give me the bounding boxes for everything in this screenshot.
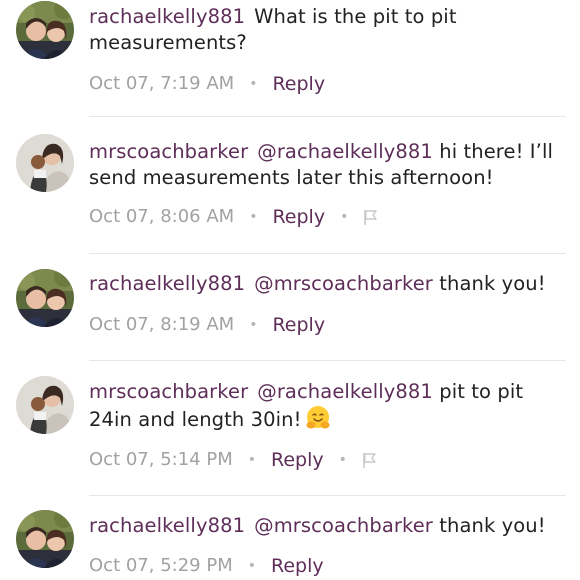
barker-avatar xyxy=(16,376,74,434)
timestamp: Oct 07, 7:19 AM xyxy=(89,73,235,94)
divider xyxy=(89,116,566,117)
mention-link[interactable]: @rachaelkelly881 xyxy=(257,140,433,163)
divider xyxy=(89,253,566,254)
comment-meta: Oct 07, 8:19 AM • Reply xyxy=(89,312,325,338)
comment-meta: Oct 07, 7:19 AM • Reply xyxy=(89,71,325,97)
timestamp: Oct 07, 5:29 PM xyxy=(89,555,233,576)
rachael-avatar xyxy=(16,269,74,327)
separator-dot: • xyxy=(249,209,258,225)
username-link[interactable]: rachaelkelly881 xyxy=(89,272,245,295)
rachael-avatar xyxy=(16,510,74,568)
username-link[interactable]: rachaelkelly881 xyxy=(89,514,245,537)
comment-text: rachaelkelly881 @mrscoachbarker thank you… xyxy=(89,271,558,297)
separator-dot: • xyxy=(247,452,256,468)
comment-text: mrscoachbarker @rachaelkelly881 pit to pi… xyxy=(89,379,558,438)
mention-link[interactable]: @rachaelkelly881 xyxy=(257,380,433,403)
barker-avatar xyxy=(16,134,74,192)
rachael-avatar xyxy=(16,1,74,59)
mention-link[interactable]: @mrscoachbarker xyxy=(254,514,433,537)
comment-meta: Oct 07, 5:14 PM • Reply • xyxy=(89,447,378,473)
separator-dot: • xyxy=(338,452,347,468)
flag-icon[interactable] xyxy=(362,452,378,469)
separator-dot: • xyxy=(340,209,349,225)
avatar[interactable] xyxy=(16,376,74,434)
comment-text: rachaelkelly881 @mrscoachbarker thank you… xyxy=(89,513,558,539)
hugging-face-icon xyxy=(305,405,331,438)
reply-button[interactable]: Reply xyxy=(272,71,325,97)
reply-button[interactable]: Reply xyxy=(271,447,324,473)
reply-button[interactable]: Reply xyxy=(272,204,325,230)
comment-body: thank you! xyxy=(439,272,546,295)
avatar[interactable] xyxy=(16,1,74,59)
timestamp: Oct 07, 8:06 AM xyxy=(89,206,235,227)
timestamp: Oct 07, 5:14 PM xyxy=(89,449,233,470)
avatar[interactable] xyxy=(16,269,74,327)
divider xyxy=(89,360,566,361)
mention-link[interactable]: @mrscoachbarker xyxy=(254,272,433,295)
avatar[interactable] xyxy=(16,134,74,192)
comment-meta: Oct 07, 5:29 PM • Reply xyxy=(89,553,324,579)
flag-icon[interactable] xyxy=(363,209,379,226)
username-link[interactable]: rachaelkelly881 xyxy=(89,5,245,28)
comment-text: rachaelkelly881 What is the pit to pit me… xyxy=(89,4,558,56)
username-link[interactable]: mrscoachbarker xyxy=(89,140,248,163)
avatar[interactable] xyxy=(16,510,74,568)
separator-dot: • xyxy=(247,558,256,574)
timestamp: Oct 07, 8:19 AM xyxy=(89,314,235,335)
comment-meta: Oct 07, 8:06 AM • Reply • xyxy=(89,204,379,230)
divider xyxy=(89,495,566,496)
comment-body: thank you! xyxy=(439,514,546,537)
separator-dot: • xyxy=(249,76,258,92)
reply-button[interactable]: Reply xyxy=(271,553,324,579)
username-link[interactable]: mrscoachbarker xyxy=(89,380,248,403)
reply-button[interactable]: Reply xyxy=(272,312,325,338)
comment-text: mrscoachbarker @rachaelkelly881 hi there!… xyxy=(89,139,558,191)
separator-dot: • xyxy=(249,317,258,333)
